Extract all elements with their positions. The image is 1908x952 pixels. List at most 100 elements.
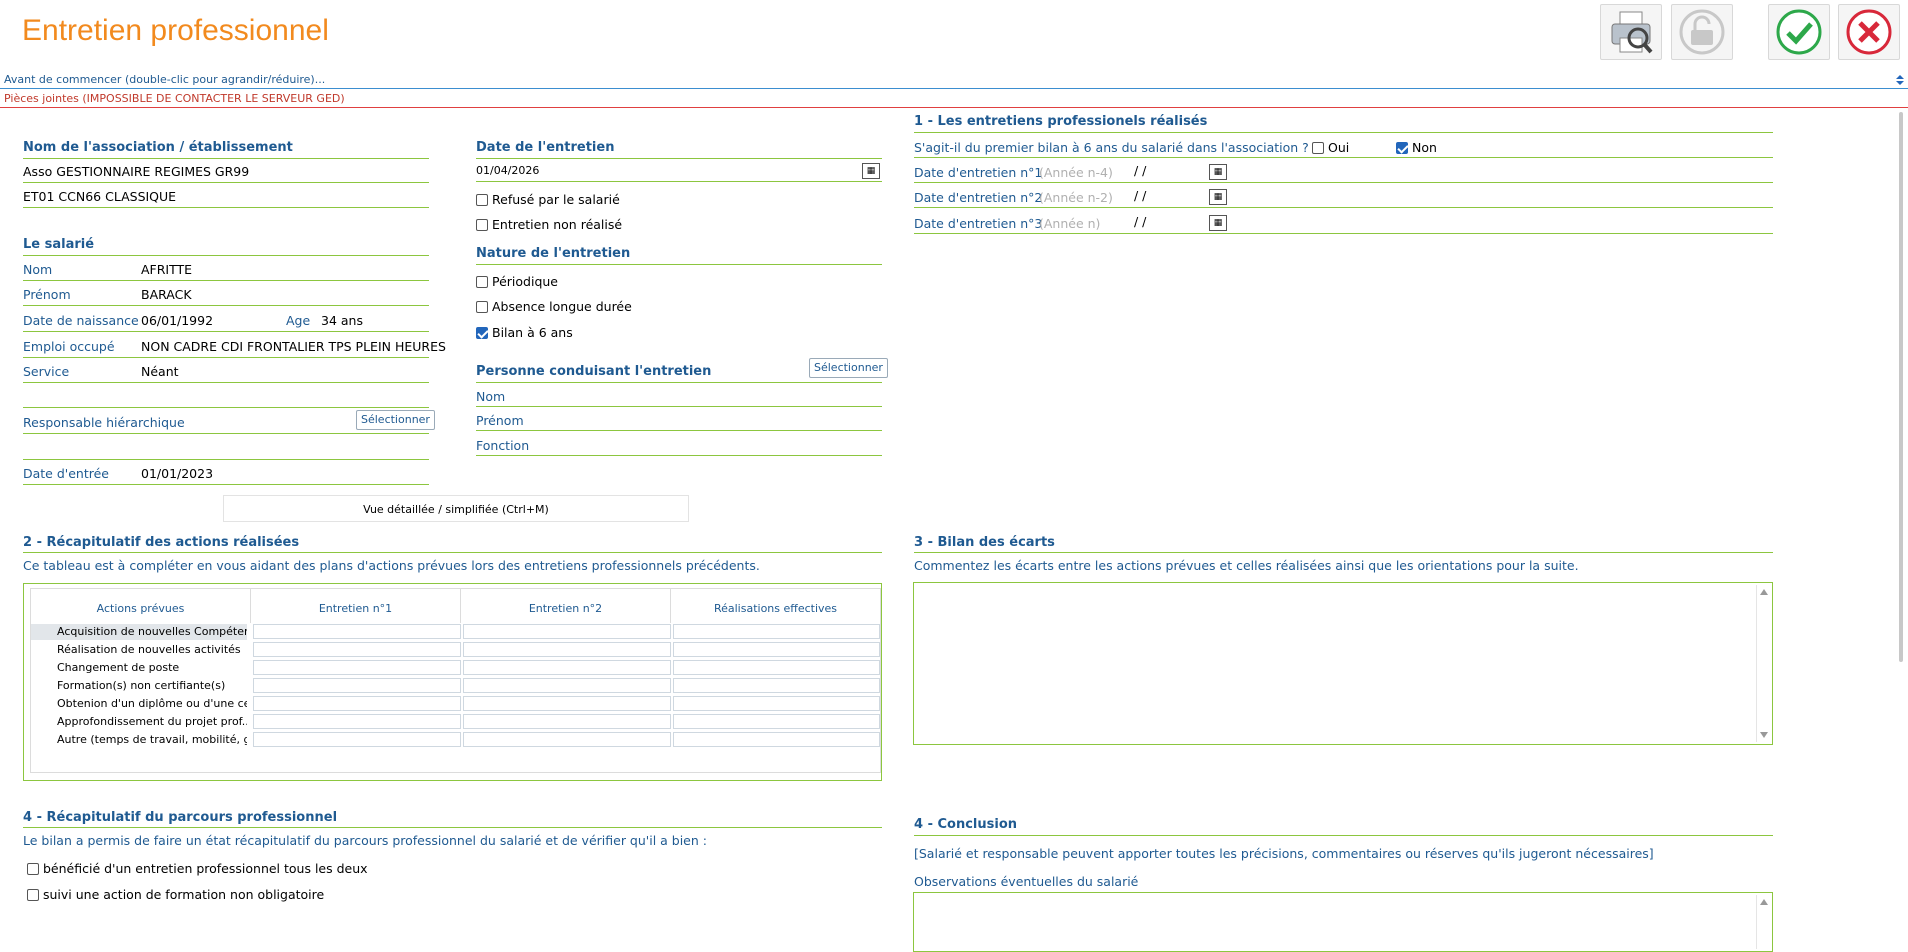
s4a-desc: Le bilan a permis de faire un état récap… (23, 833, 707, 848)
table-cell[interactable] (253, 660, 461, 675)
table-cell[interactable] (253, 624, 461, 639)
table-cell[interactable] (463, 642, 671, 657)
opt1-label: bénéficié d'un entretien professionnel t… (43, 861, 368, 876)
date-entretien-3-input[interactable]: / / (1134, 214, 1146, 229)
opt1-checkbox[interactable] (27, 862, 39, 875)
table-row-label[interactable]: Obtenion d'un diplôme ou d'une certif... (31, 696, 247, 712)
table-row-label[interactable]: Réalisation de nouvelles activités (31, 642, 247, 658)
absence-checkbox[interactable] (476, 300, 488, 313)
periodique-label: Périodique (492, 274, 558, 289)
table-cell[interactable] (673, 732, 880, 747)
opt2-label: suivi une action de formation non obliga… (43, 887, 325, 902)
table-cell[interactable] (463, 678, 671, 693)
table-cell[interactable] (253, 714, 461, 729)
s1-heading: 1 - Les entretiens professionels réalisé… (914, 114, 1208, 129)
table-cell[interactable] (463, 732, 671, 747)
table-cell[interactable] (463, 660, 671, 675)
periodique-row[interactable]: Périodique (476, 274, 558, 289)
salarie-heading: Le salarié (23, 237, 95, 252)
calendar-icon[interactable]: ▦ (1209, 189, 1227, 205)
expand-icon[interactable] (1894, 73, 1906, 87)
periodique-checkbox[interactable] (476, 275, 488, 288)
table-cell[interactable] (253, 696, 461, 711)
date-entretien-input[interactable]: 01/04/2026 (476, 164, 539, 177)
naissance-value: 06/01/1992 (141, 313, 214, 328)
non-row[interactable]: Non (1396, 140, 1437, 155)
bilan-ecarts-textarea[interactable] (913, 582, 1773, 745)
toggle-view-button[interactable]: Vue détaillée / simplifiée (Ctrl+M) (223, 495, 689, 522)
table-row-label[interactable]: Approfondissement du projet prof... (31, 714, 247, 730)
print-button[interactable] (1600, 4, 1662, 60)
column-header: Réalisations effectives (671, 589, 881, 623)
bilan-label: Bilan à 6 ans (492, 325, 573, 340)
table-cell[interactable] (673, 696, 880, 711)
opt2-row[interactable]: suivi une action de formation non obliga… (27, 887, 324, 902)
table-cell[interactable] (673, 714, 880, 729)
age-label: Age (286, 313, 311, 328)
validate-button[interactable] (1768, 4, 1830, 60)
s2-heading: 2 - Récapitulatif des actions réalisées (23, 535, 300, 550)
refuse-checkbox-row[interactable]: Refusé par le salarié (476, 192, 620, 207)
actions-table: Actions prévues Entretien n°1 Entretien … (23, 583, 882, 781)
table-cell[interactable] (463, 714, 671, 729)
check-icon (1776, 9, 1822, 55)
scrollbar[interactable] (1756, 895, 1770, 949)
table-cell[interactable] (253, 732, 461, 747)
prenom-value: BARACK (141, 287, 192, 302)
unlock-button[interactable] (1671, 4, 1733, 60)
attachments-bar[interactable]: Pièces jointes (IMPOSSIBLE DE CONTACTER … (0, 90, 1908, 108)
non-checkbox[interactable] (1396, 141, 1408, 154)
calendar-icon[interactable]: ▦ (862, 163, 880, 179)
date-entretien-heading: Date de l'entretien (476, 140, 615, 155)
table-cell[interactable] (253, 678, 461, 693)
scrollbar[interactable] (1756, 585, 1770, 742)
date-entretien-2-input[interactable]: / / (1134, 188, 1146, 203)
page-scrollbar[interactable] (1898, 110, 1906, 942)
column-header: Actions prévues (31, 589, 251, 623)
date-entretien-3-label: Date d'entretien n°3 (914, 216, 1043, 231)
table-cell[interactable] (673, 624, 880, 639)
nature-heading: Nature de l'entretien (476, 246, 631, 261)
oui-checkbox[interactable] (1312, 141, 1324, 154)
select-personne-button[interactable]: Sélectionner (809, 358, 888, 378)
cancel-button[interactable] (1838, 4, 1900, 60)
unlock-icon (1679, 9, 1725, 55)
personne-heading: Personne conduisant l'entretien (476, 364, 712, 379)
nom-label: Nom (23, 262, 53, 277)
non-realise-checkbox[interactable] (476, 218, 488, 231)
table-cell[interactable] (673, 678, 880, 693)
assoc-heading: Nom de l'association / établissement (23, 140, 293, 155)
table-cell[interactable] (253, 642, 461, 657)
non-realise-label: Entretien non réalisé (492, 217, 623, 232)
table-row-label[interactable]: Changement de poste (31, 660, 247, 676)
observations-label: Observations éventuelles du salarié (914, 874, 1139, 889)
table-row-label[interactable]: Autre (temps de travail, mobilité, gé... (31, 732, 247, 748)
non-realise-checkbox-row[interactable]: Entretien non réalisé (476, 217, 622, 232)
date-entretien-1-input[interactable]: / / (1134, 163, 1146, 178)
table-cell[interactable] (463, 696, 671, 711)
absence-row[interactable]: Absence longue durée (476, 299, 632, 314)
select-responsable-button[interactable]: Sélectionner (356, 410, 435, 430)
s4b-heading: 4 - Conclusion (914, 817, 1018, 832)
observations-textarea[interactable] (913, 892, 1773, 952)
entree-value: 01/01/2023 (141, 466, 214, 481)
assoc-etab: ET01 CCN66 CLASSIQUE (23, 189, 177, 204)
calendar-icon[interactable]: ▦ (1209, 164, 1227, 180)
opt2-checkbox[interactable] (27, 888, 39, 901)
opt1-row[interactable]: bénéficié d'un entretien professionnel t… (27, 861, 368, 876)
table-cell[interactable] (673, 642, 880, 657)
table-row-label[interactable]: Formation(s) non certifiante(s) (31, 678, 247, 694)
bilan-row[interactable]: Bilan à 6 ans (476, 325, 573, 340)
page-title: Entretien professionnel (22, 14, 329, 47)
table-cell[interactable] (463, 624, 671, 639)
bilan-checkbox[interactable] (476, 326, 488, 339)
calendar-icon[interactable]: ▦ (1209, 215, 1227, 231)
refuse-checkbox[interactable] (476, 193, 488, 206)
intro-bar[interactable]: Avant de commencer (double-clic pour agr… (0, 71, 1908, 89)
printer-icon (1611, 11, 1653, 54)
prenom-label: Prénom (23, 287, 71, 302)
date-entretien-3-hint: (Année n) (1039, 216, 1101, 231)
table-cell[interactable] (673, 660, 880, 675)
table-row-label[interactable]: Acquisition de nouvelles Compétences (31, 624, 247, 640)
oui-row[interactable]: Oui (1312, 140, 1349, 155)
